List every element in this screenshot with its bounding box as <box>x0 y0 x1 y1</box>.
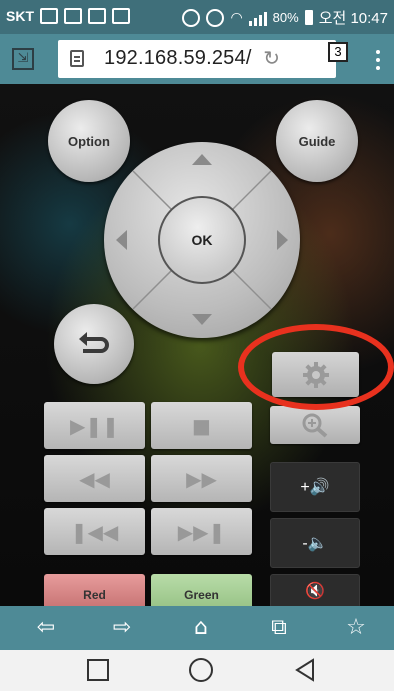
fast-forward-button[interactable]: ▶▶ <box>151 455 252 502</box>
tabs-button[interactable]: 3 <box>328 42 348 62</box>
settings-button[interactable] <box>272 352 359 397</box>
recents-icon[interactable] <box>87 659 109 681</box>
message-icon <box>40 8 58 24</box>
dpad-right-icon[interactable] <box>277 230 288 250</box>
system-nav-bar <box>0 650 394 691</box>
forward-nav-icon[interactable]: ⇨ <box>102 612 142 644</box>
browser-bottom-toolbar: ⇦ ⇨ ⌂ ⧉ ☆ <box>0 606 394 650</box>
page-icon <box>70 50 84 67</box>
volume-up-button[interactable]: +🔊 <box>270 462 360 512</box>
keyboard-icon <box>112 8 130 24</box>
status-left: SKT <box>6 8 130 24</box>
carrier-label: SKT <box>6 8 34 24</box>
alarm-icon <box>206 8 225 27</box>
bluetooth-icon <box>182 8 201 27</box>
remote-control-page: Option Guide OK ▶❚❚ ■ ◀◀ ▶▶ ❚◀◀ ▶▶❚ +🔊 -… <box>0 84 394 606</box>
status-right: ◠ 80% 오전 10:47 <box>182 7 388 28</box>
gallery-icon <box>64 8 82 24</box>
volume-down-button[interactable]: -🔈 <box>270 518 360 568</box>
battery-icon <box>304 10 313 25</box>
back-arrow-icon <box>79 332 109 353</box>
back-triangle-icon[interactable] <box>294 658 316 682</box>
ok-button[interactable]: OK <box>158 196 246 284</box>
wifi-icon: ◠ <box>230 9 243 25</box>
app-notification-icon <box>88 8 106 24</box>
next-button[interactable]: ▶▶❚ <box>151 508 252 555</box>
zoom-button[interactable] <box>270 406 360 444</box>
stop-button[interactable]: ■ <box>151 402 252 449</box>
status-bar: SKT ◠ 80% 오전 10:47 <box>0 0 394 34</box>
dpad-left-icon[interactable] <box>116 230 127 250</box>
tabs-icon[interactable]: ⧉ <box>259 612 299 644</box>
address-bar[interactable]: 192.168.59.254/ ↻ <box>58 40 336 78</box>
battery-percent: 80% <box>272 10 299 25</box>
zoom-in-icon <box>302 413 328 438</box>
clock: 오전 10:47 <box>318 10 388 27</box>
rewind-button[interactable]: ◀◀ <box>44 455 145 502</box>
home-icon[interactable]: ⌂ <box>181 612 221 644</box>
home-nav-icon[interactable] <box>189 658 213 682</box>
previous-button[interactable]: ❚◀◀ <box>44 508 145 555</box>
red-button[interactable]: Red <box>44 574 145 606</box>
play-pause-button[interactable]: ▶❚❚ <box>44 402 145 449</box>
dpad-down-icon[interactable] <box>192 314 212 325</box>
mute-button[interactable]: 🔇 <box>270 574 360 606</box>
reload-icon[interactable]: ↻ <box>263 46 280 70</box>
fullscreen-icon[interactable]: ⇲ <box>12 48 34 70</box>
more-menu-icon[interactable] <box>376 50 380 54</box>
browser-toolbar: ⇲ 192.168.59.254/ ↻ 3 <box>0 34 394 84</box>
url-text[interactable]: 192.168.59.254/ <box>104 47 252 70</box>
dpad[interactable]: OK <box>104 142 300 338</box>
bookmark-icon[interactable]: ☆ <box>336 612 376 644</box>
dpad-up-icon[interactable] <box>192 154 212 165</box>
gear-icon <box>302 361 329 388</box>
back-button[interactable] <box>54 304 134 384</box>
signal-icon <box>248 10 267 26</box>
back-nav-icon[interactable]: ⇦ <box>26 612 66 644</box>
green-button[interactable]: Green <box>151 574 252 606</box>
